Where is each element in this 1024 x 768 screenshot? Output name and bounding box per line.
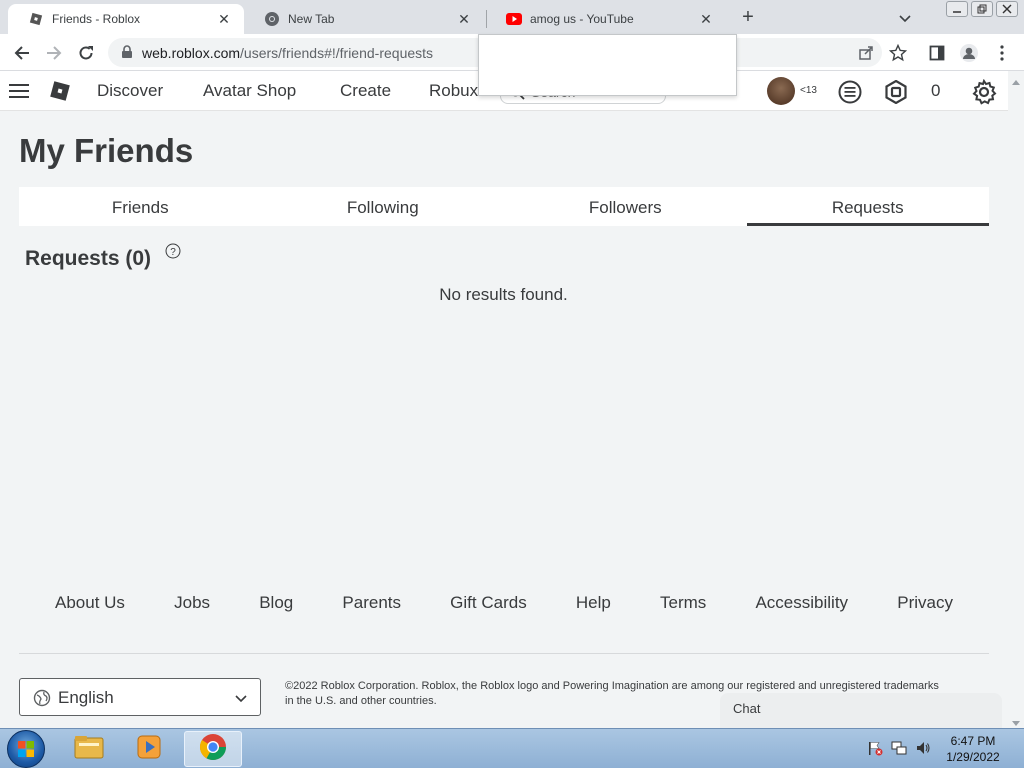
close-icon[interactable]: ✕: [456, 11, 472, 27]
bookmark-star-icon[interactable]: [888, 43, 908, 63]
side-panel-icon[interactable]: [927, 43, 947, 63]
hamburger-menu-icon[interactable]: [9, 82, 29, 100]
reload-icon[interactable]: [74, 41, 98, 65]
tab-hover-card: [478, 34, 737, 96]
footer-divider: [19, 653, 989, 654]
browser-tabstrip: Friends - Roblox ✕ New Tab ✕ amog us - Y…: [0, 0, 1024, 34]
avatar[interactable]: [767, 77, 795, 105]
scroll-up-arrow-icon[interactable]: [1012, 73, 1020, 85]
notifications-list-icon[interactable]: [837, 79, 863, 105]
taskbar-chrome[interactable]: [184, 731, 242, 767]
nav-robux[interactable]: Robux: [429, 81, 478, 101]
robux-count: 0: [931, 81, 941, 100]
lock-icon[interactable]: [120, 45, 134, 59]
footer-link-parents[interactable]: Parents: [342, 593, 401, 613]
language-value: English: [58, 688, 114, 707]
nav-discover[interactable]: Discover: [97, 81, 163, 101]
footer-link-help[interactable]: Help: [576, 593, 611, 613]
new-tab-button[interactable]: +: [737, 7, 759, 29]
tab-title: New Tab: [288, 12, 335, 26]
tab-search-chevron-icon[interactable]: [896, 9, 914, 27]
page-scrollbar[interactable]: [1008, 71, 1024, 728]
scroll-down-arrow-icon[interactable]: [1012, 715, 1020, 726]
start-button[interactable]: [7, 730, 45, 768]
windows-taskbar: 6:47 PM 1/29/2022: [0, 728, 1024, 768]
url-path: /users/friends#!/friend-requests: [240, 45, 434, 61]
age-label: <13: [800, 85, 817, 96]
minimize-button[interactable]: [946, 1, 968, 17]
friends-tabs: Friends Following Followers Requests: [19, 187, 989, 226]
footer-link-accessibility[interactable]: Accessibility: [755, 593, 848, 613]
roblox-favicon-icon: [28, 11, 44, 27]
close-window-button[interactable]: [996, 1, 1018, 17]
footer-links: About Us Jobs Blog Parents Gift Cards He…: [19, 593, 989, 613]
tab-friends[interactable]: Friends: [19, 187, 262, 226]
footer-link-terms[interactable]: Terms: [660, 593, 706, 613]
browser-tab-roblox[interactable]: Friends - Roblox ✕: [8, 4, 244, 34]
footer-link-privacy[interactable]: Privacy: [897, 593, 953, 613]
window-controls: [946, 1, 1018, 17]
chat-label: Chat: [733, 701, 761, 716]
nav-create[interactable]: Create: [340, 81, 391, 101]
chevron-down-icon: [234, 691, 248, 705]
close-icon[interactable]: ✕: [698, 11, 714, 27]
folder-icon: [74, 734, 104, 765]
url-text: web.roblox.com/users/friends#!/friend-re…: [142, 45, 433, 61]
tab-requests[interactable]: Requests: [746, 187, 989, 226]
volume-icon[interactable]: [915, 740, 931, 756]
system-clock[interactable]: 6:47 PM 1/29/2022: [938, 733, 1008, 765]
forward-arrow-icon[interactable]: [42, 41, 66, 65]
roblox-logo-icon[interactable]: [49, 80, 71, 102]
taskbar-media-player[interactable]: [120, 731, 178, 767]
taskbar-explorer[interactable]: [60, 731, 118, 767]
clock-date: 1/29/2022: [946, 750, 1000, 764]
back-arrow-icon[interactable]: [10, 41, 34, 65]
close-icon[interactable]: ✕: [216, 11, 232, 27]
tab-title: Friends - Roblox: [52, 12, 141, 26]
restore-button[interactable]: [971, 1, 993, 17]
robux-icon[interactable]: [883, 79, 909, 105]
chrome-favicon-icon: [264, 11, 280, 27]
share-icon[interactable]: [857, 44, 875, 62]
footer-link-gift-cards[interactable]: Gift Cards: [450, 593, 527, 613]
profile-icon[interactable]: [959, 43, 979, 63]
nav-avatar-shop[interactable]: Avatar Shop: [203, 81, 296, 101]
chrome-icon: [199, 733, 227, 766]
browser-tab-youtube[interactable]: amog us - YouTube ✕: [486, 4, 726, 34]
browser-tab-newtab[interactable]: New Tab ✕: [244, 4, 484, 34]
footer-link-blog[interactable]: Blog: [259, 593, 293, 613]
chat-bar[interactable]: Chat: [720, 693, 1002, 728]
action-center-flag-icon[interactable]: [867, 740, 883, 756]
media-player-icon: [135, 733, 163, 766]
youtube-favicon-icon: [506, 11, 522, 27]
empty-results-message: No results found.: [439, 285, 568, 304]
svg-text:?: ?: [170, 247, 176, 258]
footer-link-about[interactable]: About Us: [55, 593, 125, 613]
menu-dots-icon[interactable]: [992, 43, 1012, 63]
help-question-icon[interactable]: ?: [165, 243, 181, 259]
settings-gear-icon[interactable]: [971, 79, 997, 105]
network-icon[interactable]: [891, 740, 907, 756]
url-host: web.roblox.com: [142, 45, 241, 61]
section-title: Requests (0): [25, 247, 152, 270]
language-select[interactable]: English: [19, 678, 261, 716]
globe-icon: [33, 689, 51, 707]
tab-title: amog us - YouTube: [530, 12, 634, 26]
page-title: My Friends: [19, 132, 194, 169]
footer-link-jobs[interactable]: Jobs: [174, 593, 210, 613]
tab-followers[interactable]: Followers: [504, 187, 747, 226]
clock-time: 6:47 PM: [950, 734, 996, 748]
tab-following[interactable]: Following: [262, 187, 505, 226]
